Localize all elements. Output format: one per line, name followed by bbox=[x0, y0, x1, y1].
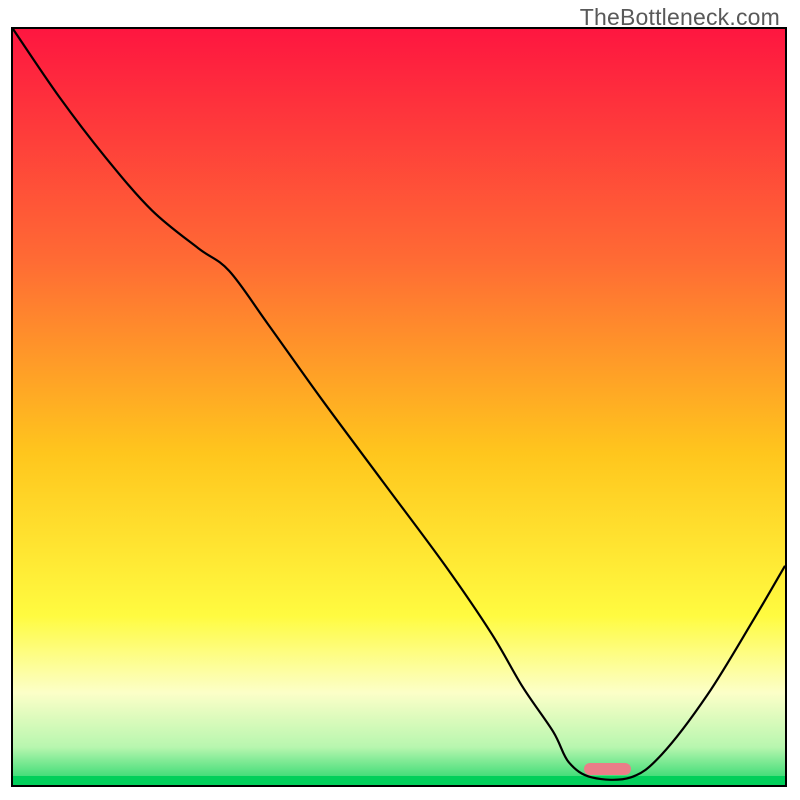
bottleneck-curve bbox=[13, 29, 785, 785]
chart-stage: TheBottleneck.com bbox=[0, 0, 800, 800]
plot-frame bbox=[11, 27, 787, 787]
optimal-range-marker bbox=[584, 763, 630, 775]
